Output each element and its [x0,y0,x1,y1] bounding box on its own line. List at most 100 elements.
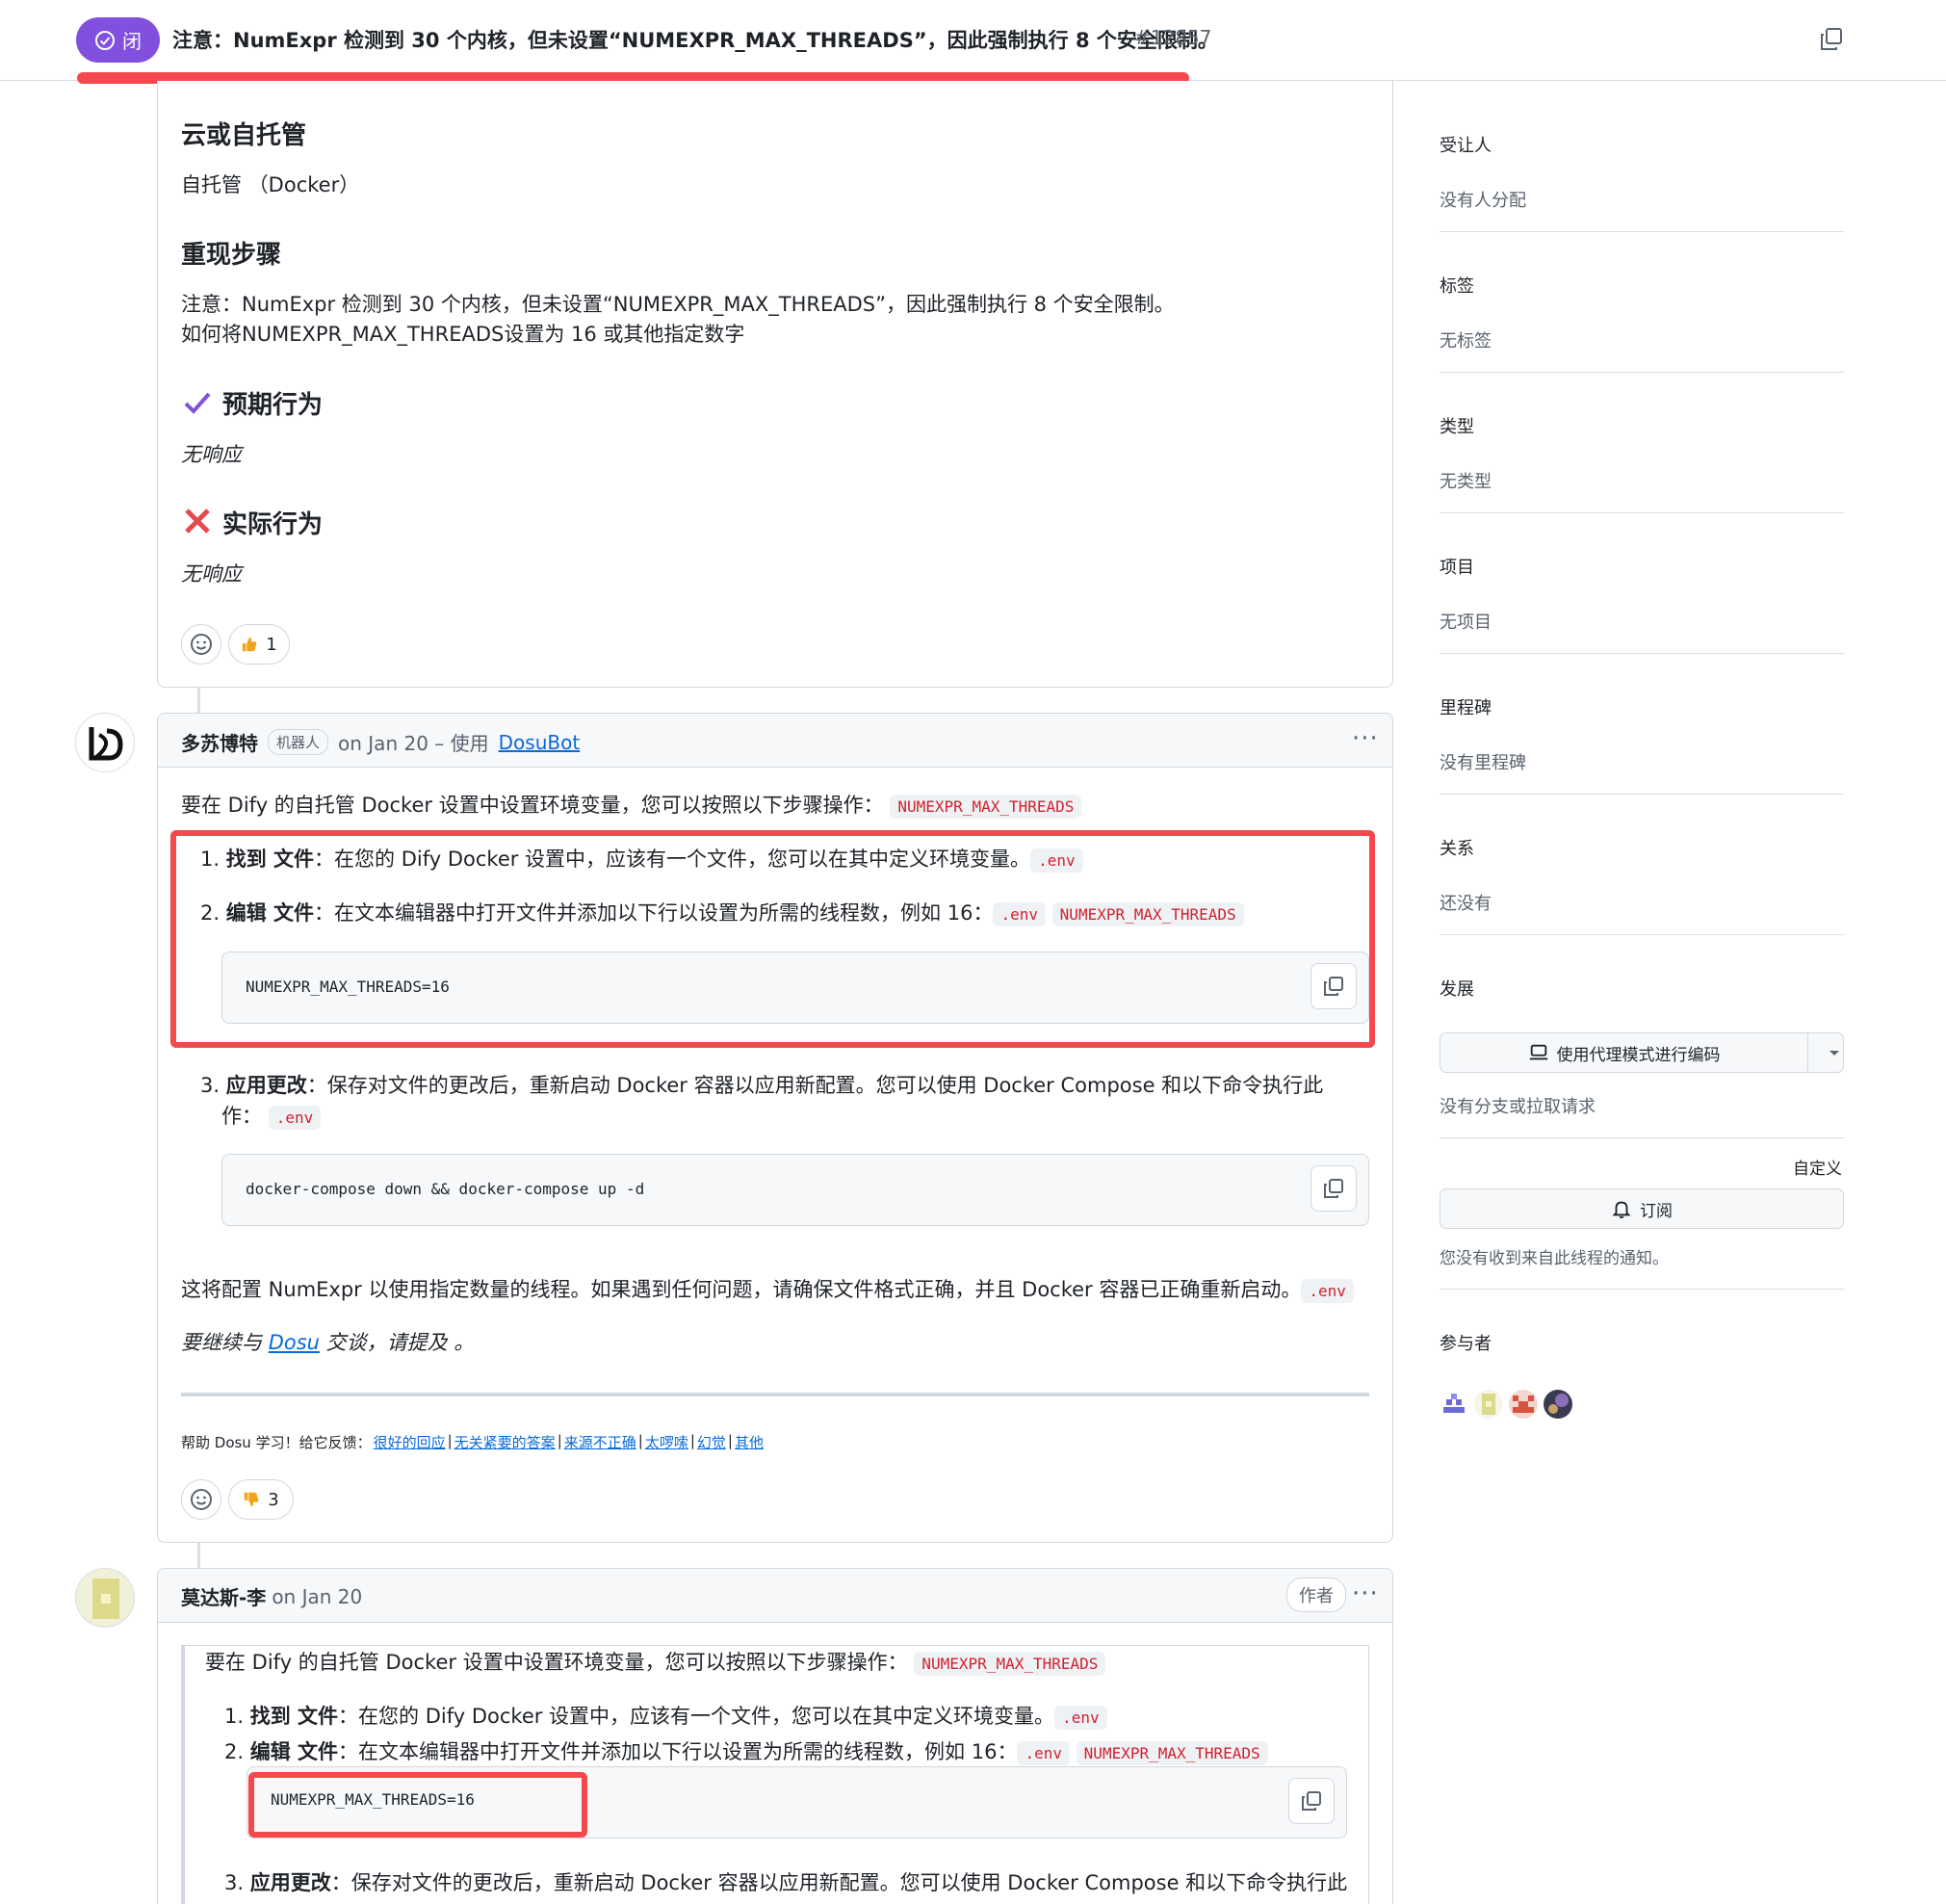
thumbs-down-reaction[interactable]: 3 [228,1479,294,1520]
timeline-connector [197,1543,200,1568]
via-link[interactable]: DosuBot [499,731,581,754]
copy-code-button[interactable] [1310,1165,1357,1212]
comment-options-button[interactable]: ··· [1352,726,1379,751]
comment-author[interactable]: 莫达斯-李 [181,1582,266,1610]
feedback-link[interactable]: 很好的回应 [374,1432,446,1452]
step-bold: 应用更改 [249,1871,331,1894]
timeline-connector [197,688,200,713]
issue-state-badge: 闭 [76,17,160,63]
labels-heading[interactable]: 标签 [1440,273,1474,298]
intro-text: 要在 Dify 的自托管 Docker 设置中设置环境变量，您可以按照以下步骤操… [205,1651,908,1674]
participants-heading: 参与者 [1440,1334,1492,1354]
inline-code: NUMEXPR_MAX_THREADS [890,795,1082,819]
copy-icon[interactable] [1818,26,1845,53]
step-3: 3. 应用更改：保存对文件的更改后，重新启动 Docker 容器以应用新配置。您… [224,1867,1347,1898]
continue-text: 交谈，请提及 。 [325,1331,475,1354]
development-value: 没有分支或拉取请求 [1440,1097,1596,1117]
projects-value: 无项目 [1440,613,1492,633]
divider [181,1393,1369,1396]
feedback-link[interactable]: 其他 [735,1432,764,1452]
step-text: ：保存对文件的更改后，重新启动 Docker 容器以应用新配置。您可以使用 Do… [306,1074,1324,1097]
divider [1440,1289,1844,1290]
step-text: 作： [221,1105,262,1128]
divider [1440,1137,1844,1138]
relations-heading[interactable]: 关系 [1440,835,1474,860]
thumbs-up-icon [243,637,257,652]
type-heading[interactable]: 类型 [1440,413,1474,438]
comment-date[interactable]: on Jan 20 [272,1585,362,1608]
copy-icon [1324,1179,1343,1198]
agent-mode-main[interactable]: 使用代理模式进行编码 [1440,1033,1808,1072]
author-badge: 作者 [1286,1578,1346,1612]
step-number: 1. [224,1705,245,1728]
step-text: ：保存对文件的更改后，重新启动 Docker 容器以应用新配置。您可以使用 Do… [330,1871,1348,1894]
comment-author[interactable]: 多苏博特 [181,728,258,756]
labels-value: 无标签 [1440,331,1492,352]
step-3: 3. 应用更改：保存对文件的更改后，重新启动 Docker 容器以应用新配置。您… [200,1070,1323,1101]
feedback-separator: | [689,1432,695,1449]
expected-value: 无响应 [181,443,242,466]
step-text: ：在您的 Dify Docker 设置中，应该有一个文件，您可以在其中定义环境变… [338,1705,1055,1728]
intro-text: 要在 Dify 的自托管 Docker 设置中设置环境变量，您可以按照以下步骤操… [181,794,884,817]
avatar-image [92,1578,119,1619]
add-reaction-button[interactable] [181,624,221,665]
feedback-row: 帮助 Dosu 学习！给它反馈： 很好的回应 | 无关紧要的答案 | 来源不正确 | 太啰嗦… [181,1432,764,1452]
projects-heading[interactable]: 项目 [1440,554,1474,579]
participant-avatar[interactable] [1509,1390,1538,1419]
customize-link[interactable]: 自定义 [1793,1155,1842,1179]
feedback-separator: | [727,1432,733,1449]
comment-date[interactable]: on Jan 20 – 使用 [338,728,489,756]
code-block: docker-compose down && docker-compose up… [221,1154,1369,1226]
notifications-value: 您没有收到来自此线程的通知。 [1440,1249,1669,1268]
heading-expected: 预期行为 [222,391,324,420]
step-number: 3. [224,1871,245,1894]
smiley-icon [191,634,212,655]
feedback-link[interactable]: 幻觉 [697,1432,726,1452]
issue-title: 注意：NumExpr 检测到 30 个内核，但未设置“NUMEXPR_MAX_T… [172,29,1218,52]
thumbs-up-reaction[interactable]: 1 [228,624,290,665]
actual-value: 无响应 [181,562,242,586]
participant-avatar[interactable] [1544,1390,1572,1419]
reaction-count: 3 [268,1489,279,1510]
comment-outro: 这将配置 NumExpr 以使用指定数量的线程。如果遇到任何问题，请确保文件格式… [181,1274,1354,1307]
step-bold: 编辑 文件 [249,1740,339,1763]
development-heading: 发展 [1440,979,1474,1000]
add-reaction-button[interactable] [181,1479,221,1520]
milestone-value: 没有里程碑 [1440,753,1526,773]
chevron-down-icon[interactable] [1828,1046,1841,1059]
feedback-link[interactable]: 太啰嗦 [645,1432,688,1452]
reaction-count: 1 [266,634,277,655]
copy-code-button[interactable] [1288,1778,1335,1824]
relations-value: 还没有 [1440,894,1492,914]
divider [1440,653,1844,654]
heading-steps: 重现步骤 [181,241,282,270]
assignees-heading[interactable]: 受让人 [1440,132,1492,157]
agent-mode-label: 使用代理模式进行编码 [1556,1045,1721,1065]
dosu-link[interactable]: Dosu [269,1331,320,1354]
code-text[interactable]: docker-compose down && docker-compose up… [246,1180,644,1198]
feedback-link[interactable]: 来源不正确 [564,1432,636,1452]
feedback-separator: | [637,1432,643,1449]
bell-icon [1612,1201,1631,1219]
divider [1440,231,1844,232]
avatar[interactable] [75,1568,135,1628]
subscribe-button[interactable]: 订阅 [1440,1188,1844,1229]
step-number: 2. [224,1740,245,1763]
milestone-heading[interactable]: 里程碑 [1440,694,1492,719]
inline-code: .env [1301,1279,1354,1303]
comment-options-button[interactable]: ··· [1352,1581,1379,1606]
feedback-label: 帮助 Dosu 学习！给它反馈： [181,1434,372,1451]
agent-mode-button[interactable]: 使用代理模式进行编码 [1440,1032,1844,1073]
step-number: 3. [200,1074,221,1097]
participant-avatar[interactable] [1440,1390,1468,1419]
feedback-link[interactable]: 无关紧要的答案 [454,1432,556,1452]
sticky-issue-header: 闭 注意：NumExpr 检测到 30 个内核，但未设置“NUMEXPR_MAX… [0,0,1946,81]
smiley-icon [191,1489,212,1510]
divider [1440,512,1844,513]
dosu-avatar-icon [89,727,123,761]
participant-avatar[interactable] [1474,1390,1503,1419]
participants-list [1440,1390,1572,1419]
cloud-value: 自托管 （Docker） [181,173,360,196]
heading-cloud: 云或自托管 [181,121,307,150]
avatar[interactable] [75,713,135,772]
